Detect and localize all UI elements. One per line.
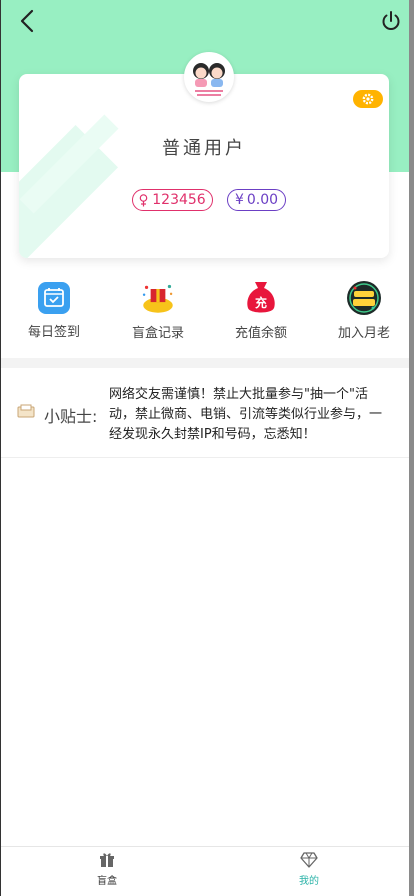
user-id-badge: 123456 bbox=[132, 189, 213, 211]
bottom-tab-bar: 盲盒 我的 bbox=[1, 846, 409, 896]
avatar-image bbox=[186, 54, 232, 100]
balance-value: 0.00 bbox=[246, 192, 279, 208]
logout-button[interactable] bbox=[379, 9, 403, 33]
user-id-value: 123456 bbox=[152, 192, 206, 208]
gear-icon bbox=[362, 93, 374, 105]
join-matchmaker-button[interactable]: 加入月老 bbox=[319, 280, 409, 341]
quick-label-matchmaker: 加入月老 bbox=[337, 326, 390, 341]
daily-checkin-button[interactable]: 每日签到 bbox=[9, 280, 99, 340]
quick-label-checkin: 每日签到 bbox=[27, 325, 80, 340]
tab-label-mine: 我的 bbox=[299, 876, 319, 887]
tab-blindbox[interactable]: 盲盒 bbox=[77, 852, 137, 892]
tip-text: 网络交友需谨慎！禁止大批量参与"抽一个"活动，禁止微商、电销、引流等类似行业参与… bbox=[109, 387, 383, 442]
quick-actions: 每日签到 盲盒记录 充 充值余额 加入月老 bbox=[1, 280, 409, 341]
chevron-left-icon bbox=[20, 9, 34, 33]
gift-icon bbox=[100, 853, 114, 867]
tip-notice: 小贴士: 网络交友需谨慎！禁止大批量参与"抽一个"活动，禁止微商、电销、引流等类… bbox=[1, 372, 409, 458]
quick-label-recharge: 充值余额 bbox=[234, 326, 287, 341]
diamond-icon bbox=[300, 852, 318, 868]
tip-title: 小贴士: bbox=[44, 407, 98, 426]
recharge-button[interactable]: 充 充值余额 bbox=[216, 280, 306, 341]
balance-badge: ¥ 0.00 bbox=[227, 189, 286, 211]
avatar[interactable] bbox=[184, 52, 234, 102]
female-symbol-icon bbox=[139, 193, 148, 206]
calendar-check-icon bbox=[36, 280, 72, 315]
quick-label-records: 盲盒记录 bbox=[131, 326, 184, 341]
username: 普通用户 bbox=[162, 138, 246, 159]
svg-text:充: 充 bbox=[255, 295, 267, 310]
back-button[interactable] bbox=[15, 8, 39, 34]
tab-mine[interactable]: 我的 bbox=[279, 852, 339, 892]
settings-button[interactable] bbox=[353, 90, 383, 108]
section-divider bbox=[1, 358, 409, 368]
power-icon bbox=[382, 11, 400, 30]
blindbox-records-button[interactable]: 盲盒记录 bbox=[113, 280, 203, 341]
gift-box-icon bbox=[140, 280, 176, 316]
currency-symbol: ¥ bbox=[234, 192, 244, 208]
money-bag-icon: 充 bbox=[243, 280, 279, 316]
envelope-icon bbox=[17, 404, 35, 418]
tab-label-blindbox: 盲盒 bbox=[97, 876, 117, 887]
matchmaker-badge-icon bbox=[346, 280, 382, 316]
